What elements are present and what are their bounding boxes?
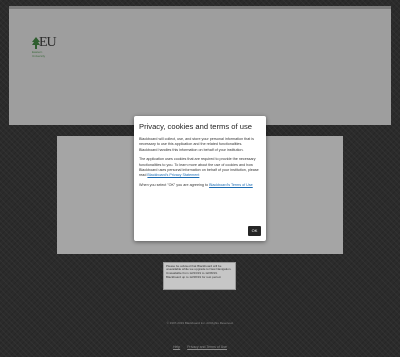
ok-button[interactable]: OK: [248, 226, 261, 236]
copyright-text: © 1997-2019 Blackboard Inc. All Rights R…: [166, 321, 234, 325]
privacy-statement-link[interactable]: Blackboard's Privacy Statement: [147, 173, 199, 177]
notice-box: Please be advised that Blackboard will b…: [163, 262, 236, 290]
logo-subtitle: Eastern University: [32, 50, 46, 58]
footer-link-help[interactable]: Help: [173, 345, 180, 349]
footer-link-privacy-terms[interactable]: Privacy and Terms of Use: [187, 345, 227, 349]
dialog-paragraph-3: When you select "OK" you are agreeing to…: [139, 183, 261, 188]
privacy-dialog: Privacy, cookies and terms of use Blackb…: [134, 116, 266, 241]
terms-of-use-link[interactable]: Blackboard's Terms of Use: [209, 183, 253, 187]
header-panel: EU Eastern University: [9, 9, 391, 125]
dialog-paragraph-1: Blackboard will collect, use, and store …: [139, 137, 254, 152]
dialog-paragraph-2: The application uses cookies that are re…: [139, 157, 261, 178]
dialog-paragraph-3-text: When you select "OK" you are agreeing to: [139, 183, 210, 188]
logo-text: EU: [39, 35, 57, 50]
institution-logo: EU Eastern University: [31, 35, 57, 59]
footer-links: Help Privacy and Terms of Use: [0, 345, 400, 349]
dialog-title: Privacy, cookies and terms of use: [139, 122, 252, 131]
